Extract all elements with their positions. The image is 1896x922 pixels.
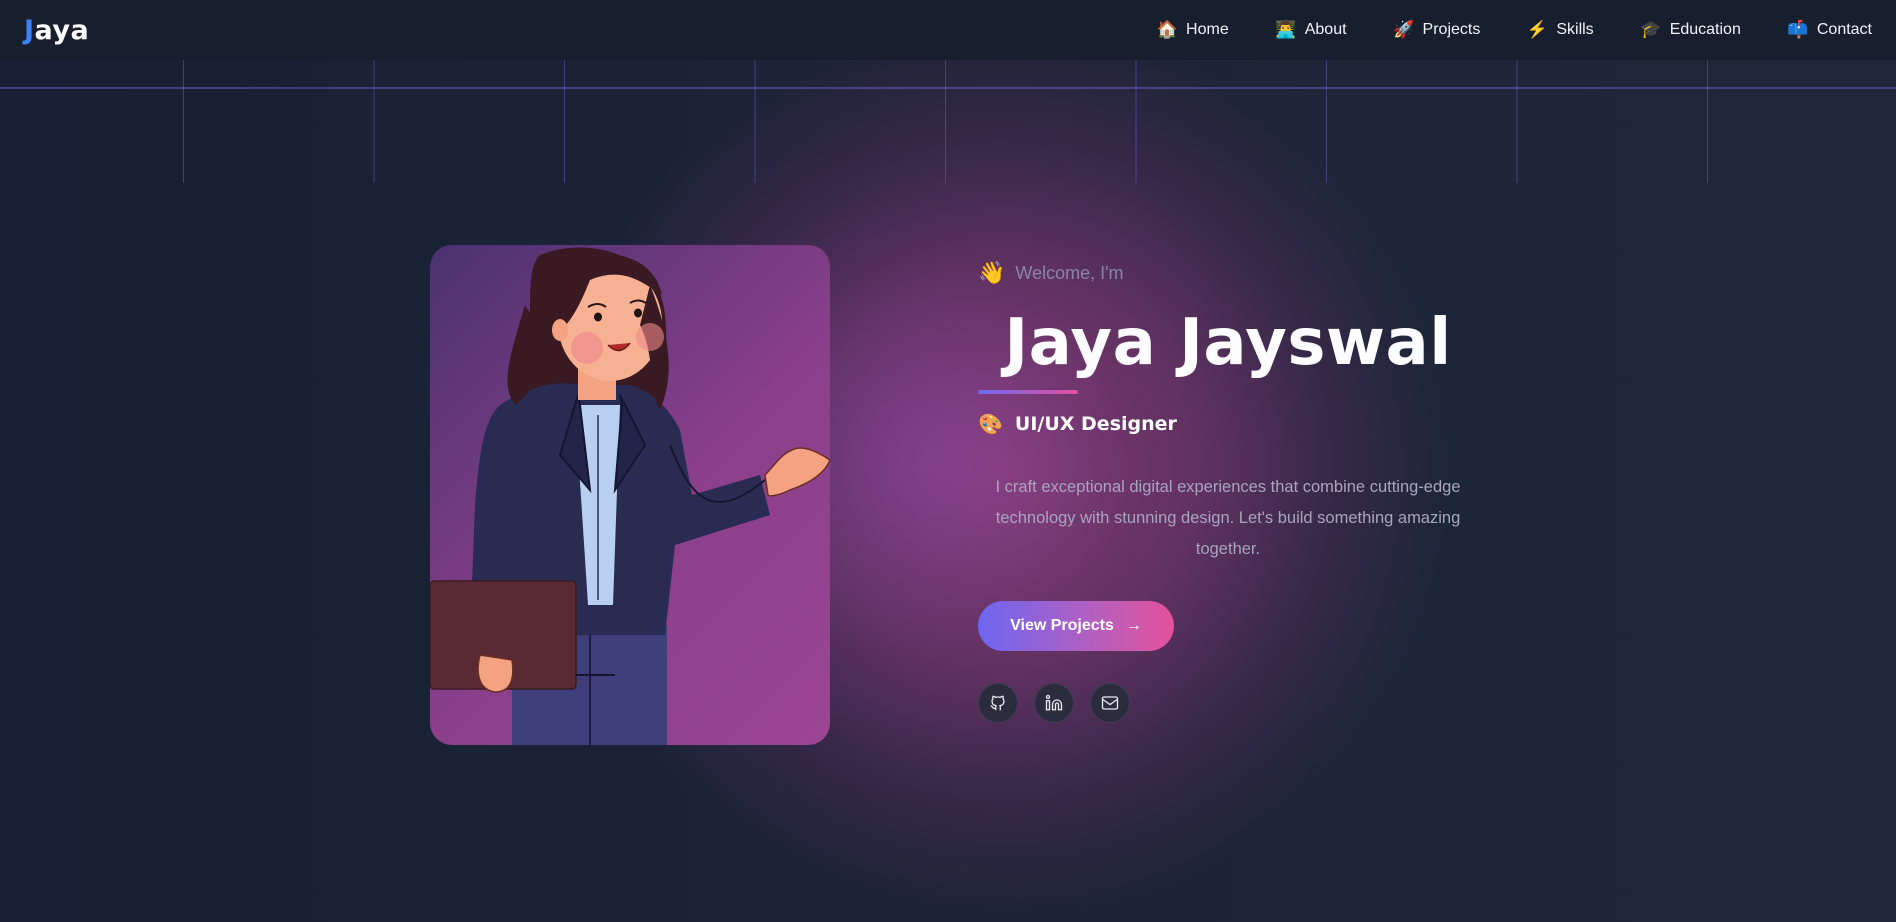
nav-item-education[interactable]: 🎓 Education bbox=[1640, 20, 1741, 40]
role-text: UI/UX Designer bbox=[1014, 413, 1177, 435]
nav-item-label: Education bbox=[1669, 21, 1741, 38]
linkedin-link[interactable] bbox=[1034, 683, 1074, 723]
view-projects-button[interactable]: View Projects → bbox=[978, 601, 1174, 651]
github-link[interactable] bbox=[978, 683, 1018, 723]
linkedin-icon bbox=[1045, 694, 1063, 711]
top-navbar: Jaya 🏠 Home 👨‍💻 About 🚀 Projects ⚡ Skill… bbox=[0, 0, 1896, 60]
rocket-icon: 🚀 bbox=[1392, 20, 1415, 39]
role-line: 🎨 UI/UX Designer bbox=[978, 412, 1478, 436]
hero-section: 👋 Welcome, I'm Jaya Jayswal 🎨 UI/UX Desi… bbox=[978, 260, 1478, 723]
palette-icon: 🎨 bbox=[978, 412, 1003, 436]
nav-item-label: Projects bbox=[1422, 21, 1481, 38]
lightning-icon: ⚡ bbox=[1526, 20, 1548, 39]
welcome-line: 👋 Welcome, I'm bbox=[978, 260, 1478, 286]
technologist-icon: 👨‍💻 bbox=[1275, 20, 1297, 39]
welcome-text: Welcome, I'm bbox=[1015, 262, 1124, 283]
mail-link[interactable] bbox=[1090, 683, 1130, 723]
nav-item-contact[interactable]: 📫 Contact bbox=[1787, 20, 1872, 40]
main-nav: 🏠 Home 👨‍💻 About 🚀 Projects ⚡ Skills 🎓 E… bbox=[1110, 20, 1872, 40]
hero-description: I craft exceptional digital experiences … bbox=[995, 478, 1461, 558]
mail-icon bbox=[1101, 696, 1119, 710]
social-links bbox=[978, 683, 1478, 723]
logo-text: aya bbox=[34, 14, 90, 46]
nav-item-skills[interactable]: ⚡ Skills bbox=[1526, 20, 1594, 40]
home-icon: 🏠 bbox=[1156, 20, 1178, 39]
github-icon bbox=[990, 695, 1005, 711]
profile-illustration bbox=[430, 245, 830, 745]
nav-item-label: Home bbox=[1186, 21, 1229, 38]
mailbox-icon: 📫 bbox=[1787, 20, 1809, 39]
nav-item-home[interactable]: 🏠 Home bbox=[1156, 20, 1229, 40]
nav-item-projects[interactable]: 🚀 Projects bbox=[1392, 20, 1481, 40]
name-underline bbox=[978, 390, 1078, 394]
graduation-cap-icon: 🎓 bbox=[1640, 20, 1662, 39]
view-projects-label: View Projects bbox=[1010, 617, 1114, 634]
hero-name: Jaya Jayswal bbox=[1004, 306, 1452, 380]
nav-item-label: Contact bbox=[1816, 21, 1872, 38]
nav-item-label: Skills bbox=[1556, 21, 1594, 38]
nav-item-label: About bbox=[1304, 21, 1347, 38]
logo[interactable]: Jaya bbox=[24, 15, 89, 46]
waving-hand-icon: 👋 bbox=[978, 260, 1006, 285]
woman-illustration bbox=[430, 247, 830, 745]
arrow-right-icon: → bbox=[1125, 617, 1142, 634]
nav-item-about[interactable]: 👨‍💻 About bbox=[1275, 20, 1347, 40]
logo-initial: J bbox=[24, 14, 35, 46]
background-grid bbox=[0, 60, 1896, 183]
